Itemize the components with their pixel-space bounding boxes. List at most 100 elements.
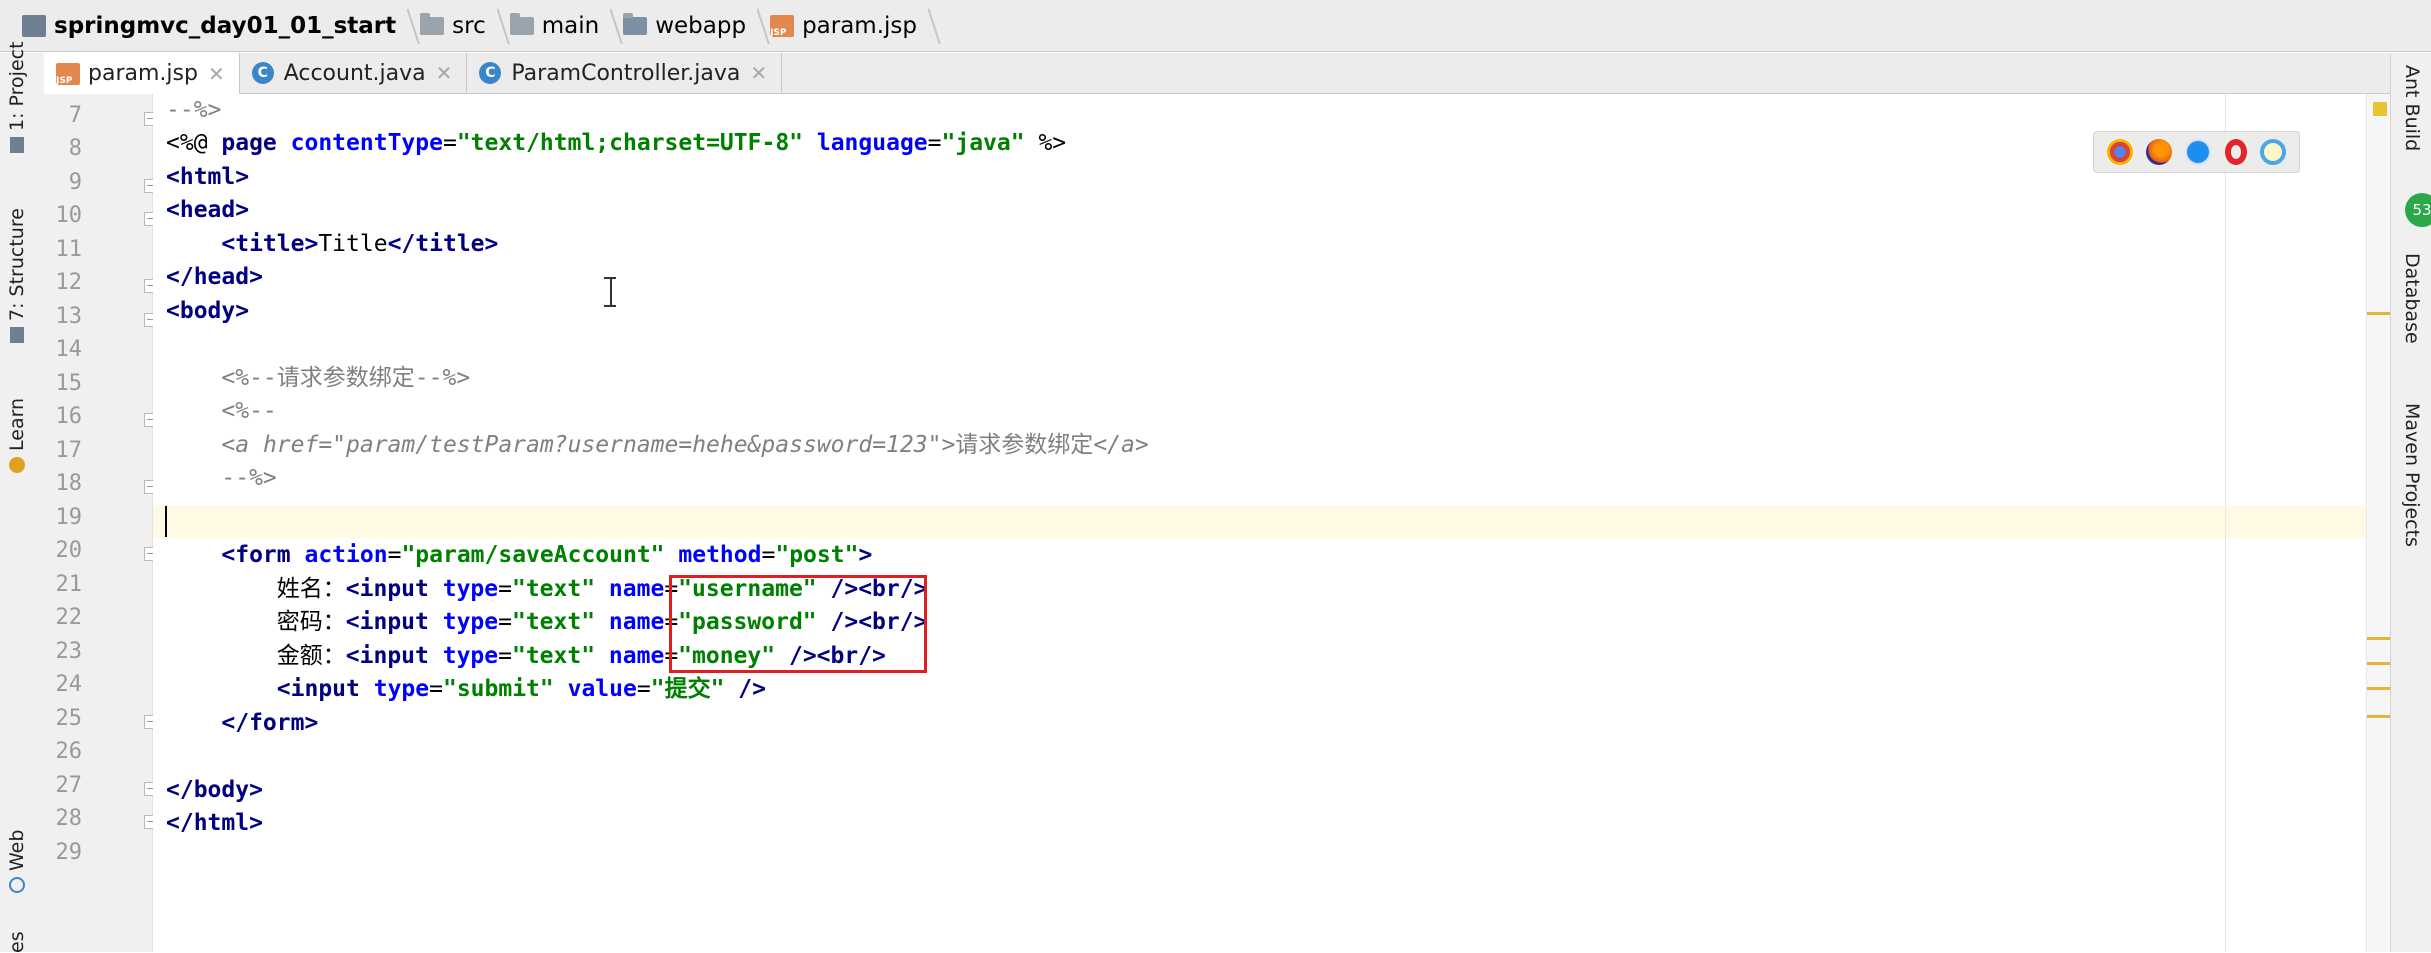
code-token: "param/saveAccount" [401,542,665,568]
code-token: Title [318,231,388,257]
tool-project[interactable]: 1: Project [6,41,28,153]
breadcrumb-label: main [541,12,600,39]
jsp-file-icon [56,62,80,86]
code-token: 姓名： [276,576,346,602]
code-line-18: --%> [166,462,276,495]
code-line-10: <head> [166,194,249,227]
line-number: 9 [68,170,82,195]
line-number: 23 [55,639,83,664]
stripe-marker[interactable] [2367,715,2391,718]
tab-paramcontroller-java[interactable]: C ParamController.java ✕ [467,53,783,93]
breadcrumb-project[interactable]: springmvc_day01_01_start [22,0,420,51]
tab-param-jsp[interactable]: param.jsp ✕ [44,53,240,94]
code-line-25: </form> [166,707,318,740]
code-token: "提交" [650,676,725,702]
line-number: 18 [55,471,83,496]
code-token: </form> [221,710,319,736]
code-token: = [927,130,942,156]
breadcrumb-label: springmvc_day01_01_start [54,12,397,39]
line-number: 15 [55,371,83,396]
stripe-marker[interactable] [2367,312,2391,315]
code-token: contentType [290,130,443,156]
mouse-ibeam-cursor [604,277,616,307]
editor-gutter[interactable]: 7 8 9 10 11 12 13 14 15 16 17 18 19 20 2… [44,94,194,952]
code-line-13: <body> [166,295,249,328]
tool-label: Learn [6,397,28,451]
line-number: 21 [55,572,83,597]
code-token: %> [1024,130,1067,156]
tool-label: Maven Projects [2401,403,2423,547]
line-number: 8 [68,136,82,161]
tool-maven-projects[interactable]: Maven Projects [2401,403,2423,547]
breadcrumb-file[interactable]: param.jsp [770,0,941,51]
tool-learn[interactable]: Learn [6,398,28,473]
line-number: 27 [55,773,83,798]
tool-database[interactable]: Database [2401,253,2423,344]
close-icon[interactable]: ✕ [750,61,767,85]
close-icon[interactable]: ✕ [208,62,225,86]
code-line-12: </head> [166,261,263,294]
browser-preview-icons [2093,131,2300,173]
code-token: action [304,542,388,568]
stripe-marker[interactable] [2367,662,2391,665]
tab-label: Account.java [283,60,426,86]
close-icon[interactable]: ✕ [436,61,453,85]
line-number: 22 [55,605,83,630]
tool-label: 7: Structure [6,208,28,321]
code-line-11: <title>Title</title> [166,228,498,261]
tool-structure[interactable]: 7: Structure [6,208,28,343]
code-line-17: <a href="param/testParam?username=hehe&p… [166,429,1149,462]
right-margin-guide [2225,94,2226,952]
code-line-27: </body> [166,774,263,807]
code-editor[interactable]: --%> <%@ page contentType="text/html;cha… [153,94,2391,952]
safari-icon[interactable] [2185,139,2212,165]
code-token: 密码： [276,609,346,635]
code-token: "submit" [442,676,554,702]
line-number: 20 [55,538,83,563]
code-token: "post" [775,542,859,568]
chrome-icon[interactable] [2106,139,2133,165]
code-token: page [221,130,291,156]
tool-web[interactable]: Web [6,830,28,893]
error-stripe[interactable] [2366,94,2391,952]
left-tool-strip: 1: Project 7: Structure Learn Web es [0,41,45,953]
file-status-indicator[interactable] [2373,102,2387,116]
structure-icon [10,327,24,343]
code-token: </body> [166,777,263,803]
tool-favorites[interactable]: es [6,931,28,953]
code-line-9: <html> [166,161,249,194]
opera-icon[interactable] [2224,139,2247,165]
code-token: </html> [166,810,263,836]
firefox-icon[interactable] [2146,139,2173,165]
editor-tabs: param.jsp ✕ C Account.java ✕ C ParamCont… [44,53,2391,94]
code-token: href="param/testParam?username=hehe&pass… [262,432,942,458]
breadcrumb-label: param.jsp [802,12,917,39]
code-token: <body> [166,298,250,324]
stripe-marker[interactable] [2367,687,2391,690]
breadcrumb-webapp[interactable]: webapp [623,0,770,51]
stripe-marker[interactable] [2367,637,2391,640]
code-token: "text/html;charset=UTF-8" [456,130,804,156]
jsp-file-icon [770,14,795,38]
line-number: 10 [55,203,83,228]
breadcrumb-label: src [452,12,486,39]
breadcrumb-src[interactable]: src [420,0,510,51]
breadcrumb-main[interactable]: main [509,0,623,51]
class-icon: C [251,62,274,84]
ie-icon[interactable] [2260,139,2287,165]
code-token: <a [221,432,263,458]
code-token: <head> [166,197,250,223]
tool-ant-build[interactable]: Ant Build [2401,65,2423,151]
code-token: <%--请求参数绑定--%> [221,365,471,391]
code-line-7: --%> [166,94,221,127]
web-icon [9,877,25,893]
breadcrumb: springmvc_day01_01_start src main webapp… [0,0,2431,52]
annotation-highlight-box [669,575,927,673]
breadcrumb-label: webapp [655,12,747,39]
right-tool-strip: Ant Build 53 Database Maven Projects [2390,53,2431,952]
code-line-15: <%--请求参数绑定--%> [166,362,470,395]
tab-account-java[interactable]: C Account.java ✕ [240,53,468,93]
code-token: </a> [1093,432,1149,458]
notification-badge: 53 [2405,193,2431,227]
line-number: 16 [55,404,83,429]
